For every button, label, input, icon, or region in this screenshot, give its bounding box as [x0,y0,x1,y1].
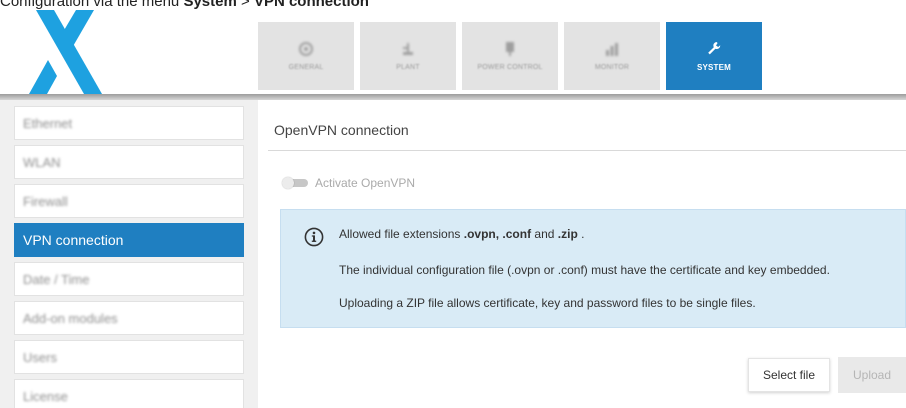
sidebar: Ethernet WLAN Firewall VPN connection Da… [0,100,258,408]
nav-tab-label: POWER CONTROL [477,63,543,71]
sidebar-item-label: Date / Time [23,271,90,287]
sidebar-item-label: Add-on modules [23,310,118,326]
page-caption: Configuration via the menu System > VPN … [0,0,369,10]
info-text: . [577,227,585,241]
sidebar-item-wlan[interactable]: WLAN [14,145,244,179]
info-line-zip: Uploading a ZIP file allows certificate,… [339,296,756,310]
power-control-icon [506,41,514,56]
caption-menu: System [183,0,237,10]
nav-tab-label: GENERAL [288,63,324,71]
plant-icon [403,42,413,55]
wrench-icon [708,41,721,54]
nav-tab-system[interactable]: SYSTEM [666,22,762,90]
main-nav: GENERAL PLANT POWER CONTROL MONITOR SYST… [258,22,762,90]
monitor-icon [606,42,618,56]
openvpn-toggle-label: Activate OpenVPN [315,176,416,190]
openvpn-toggle[interactable] [282,177,308,189]
sidebar-item-label: License [23,388,68,404]
sidebar-item-label: Users [23,349,57,365]
sidebar-item-ethernet[interactable]: Ethernet [14,106,244,140]
select-file-button[interactable]: Select file [748,358,830,392]
sidebar-item-firewall[interactable]: Firewall [14,184,244,218]
caption-item: VPN connection [253,0,369,10]
info-panel: Allowed file extensions .ovpn, .conf and… [280,209,906,328]
nav-tab-general[interactable]: GENERAL [258,22,354,90]
info-text: and [531,227,558,241]
info-line-extensions: Allowed file extensions .ovpn, .conf and… [339,227,584,241]
gauge-icon [299,41,313,56]
openvpn-toggle-row[interactable]: Activate OpenVPN [282,176,415,190]
upload-button[interactable]: Upload [838,357,906,393]
sidebar-item-label: WLAN [23,154,61,170]
sidebar-item-label: VPN connection [23,232,124,248]
nav-tab-label: MONITOR [594,63,630,71]
sidebar-item-vpn-connection[interactable]: VPN connection [14,223,244,257]
info-icon [304,227,324,247]
sidebar-item-add-on-modules[interactable]: Add-on modules [14,301,244,335]
nav-tab-monitor[interactable]: MONITOR [564,22,660,90]
nav-tab-power-control[interactable]: POWER CONTROL [462,22,558,90]
section-title: OpenVPN connection [274,122,409,138]
sidebar-item-label: Firewall [23,193,68,209]
caption-separator: > [236,0,254,10]
info-line-config: The individual configuration file (.ovpn… [339,263,830,277]
title-divider [268,150,906,151]
sidebar-item-label: Ethernet [23,115,73,131]
info-text: Allowed file extensions [339,227,464,241]
toggle-knob [282,177,294,189]
info-ext-zip: .zip [557,227,578,241]
caption-prefix: Configuration via the menu [0,0,184,10]
nav-tab-label: PLANT [396,63,420,71]
sidebar-item-date-time[interactable]: Date / Time [14,262,244,296]
nav-tab-label: SYSTEM [696,62,732,72]
main-content: OpenVPN connection Activate OpenVPN Allo… [258,100,906,408]
nav-tab-plant[interactable]: PLANT [360,22,456,90]
sidebar-item-users[interactable]: Users [14,340,244,374]
sidebar-item-license[interactable]: License [14,379,244,408]
top-bar: GENERAL PLANT POWER CONTROL MONITOR SYST… [0,10,906,94]
brand-logo [29,10,102,94]
info-ext-ovpn-conf: .ovpn, .conf [463,227,532,241]
